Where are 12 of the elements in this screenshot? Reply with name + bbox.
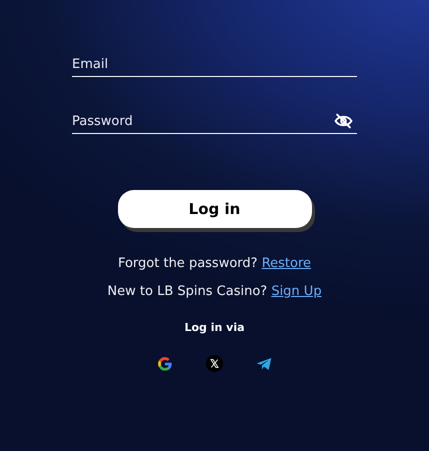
sign-up-link[interactable]: Sign Up (271, 284, 322, 299)
forgot-password-text: Forgot the password? (118, 256, 258, 271)
login-button[interactable]: Log in (118, 190, 312, 228)
login-via-label: Log in via (184, 321, 245, 334)
password-field[interactable]: Password (72, 110, 334, 132)
g-logo-icon[interactable] (157, 356, 173, 372)
restore-link[interactable]: Restore (262, 256, 312, 271)
x-logo-icon[interactable] (206, 355, 223, 372)
email-field[interactable]: Email (72, 53, 357, 75)
eye-slash-icon[interactable] (334, 113, 353, 129)
signup-prompt-text: New to LB Spins Casino? (107, 284, 268, 299)
paper-plane-icon[interactable] (256, 356, 272, 370)
